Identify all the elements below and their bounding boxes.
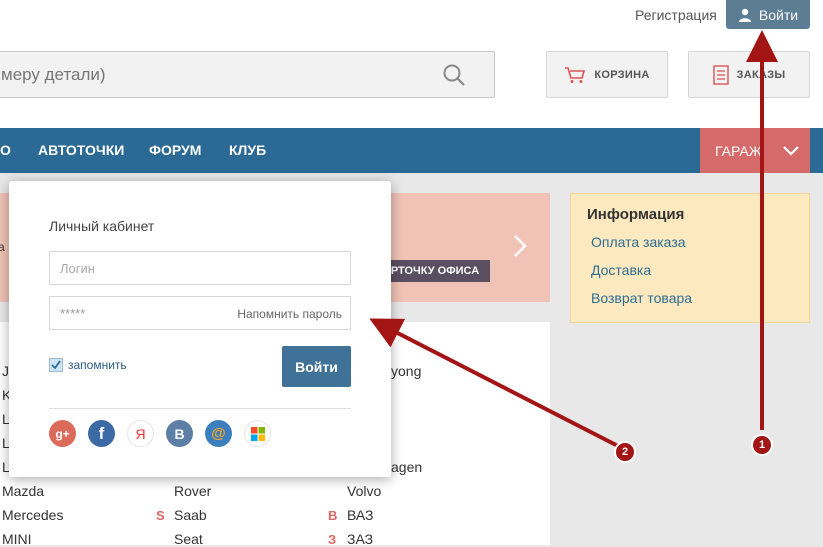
- register-link[interactable]: Регистрация: [635, 7, 717, 23]
- brand-link[interactable]: ВАЗ: [347, 507, 374, 523]
- chevron-down-icon: [783, 146, 799, 156]
- brand-letter: В: [328, 508, 338, 523]
- orders-button[interactable]: ЗАКАЗЫ: [688, 51, 810, 98]
- yandex-label: Я: [135, 425, 146, 442]
- cart-button[interactable]: КОРЗИНА: [546, 51, 668, 98]
- yandex-icon[interactable]: Я: [127, 420, 154, 447]
- windows-icon[interactable]: [244, 420, 271, 447]
- orders-label: ЗАКАЗЫ: [736, 68, 786, 81]
- nav-item-forum[interactable]: ФОРУМ: [149, 142, 201, 158]
- info-panel: Информация Оплата заказа Доставка Возвра…: [570, 193, 810, 323]
- main-nav: О АВТОТОЧКИ ФОРУМ КЛУБ ГАРАЖ: [0, 128, 823, 173]
- office-card-button[interactable]: РТОЧКУ ОФИСА: [380, 260, 490, 282]
- vk-label: В: [174, 425, 185, 442]
- info-link-payment[interactable]: Оплата заказа: [591, 234, 686, 250]
- login-dropdown: Личный кабинет Напомнить пароль запомнит…: [9, 181, 391, 477]
- check-icon: [51, 360, 61, 370]
- garage-label: ГАРАЖ: [715, 142, 762, 159]
- brand-link[interactable]: Rover: [174, 483, 211, 499]
- brand-link[interactable]: Volvo: [347, 483, 381, 499]
- user-icon: [738, 8, 751, 22]
- brand-link[interactable]: yong: [391, 363, 421, 379]
- login-field[interactable]: [49, 251, 351, 285]
- cart-label: КОРЗИНА: [594, 68, 650, 81]
- chevron-right-icon[interactable]: [512, 234, 528, 258]
- divider: [49, 408, 351, 409]
- nav-item-autopoints[interactable]: АВТОТОЧКИ: [38, 142, 124, 158]
- callout-2: 2: [614, 441, 636, 463]
- brand-link[interactable]: J: [2, 363, 9, 379]
- search-input[interactable]: [0, 52, 435, 97]
- brand-letter: S: [156, 508, 165, 523]
- google-plus-icon[interactable]: g+: [49, 420, 76, 447]
- submit-login-button[interactable]: Войти: [282, 346, 351, 387]
- info-link-delivery[interactable]: Доставка: [591, 262, 651, 278]
- google-plus-label: g+: [55, 426, 70, 441]
- brand-link[interactable]: Mercedes: [2, 507, 63, 523]
- brand-link[interactable]: agen: [391, 459, 422, 475]
- info-title: Информация: [587, 206, 685, 223]
- modal-title: Личный кабинет: [49, 218, 155, 234]
- mailru-icon[interactable]: @: [205, 420, 232, 447]
- nav-item-club[interactable]: КЛУБ: [229, 142, 266, 158]
- promo-text: а: [0, 240, 5, 254]
- windows-logo-icon: [250, 426, 265, 441]
- info-link-return[interactable]: Возврат товара: [591, 290, 692, 306]
- remind-password-link[interactable]: Напомнить пароль: [237, 307, 342, 321]
- remember-label: запомнить: [68, 358, 127, 372]
- login-button[interactable]: Войти: [726, 0, 810, 29]
- login-input[interactable]: [50, 252, 350, 284]
- remember-checkbox[interactable]: запомнить: [49, 358, 127, 372]
- facebook-icon[interactable]: f: [88, 420, 115, 447]
- callout-1: 1: [751, 434, 773, 456]
- password-field[interactable]: Напомнить пароль: [49, 296, 351, 330]
- orders-icon: [712, 64, 729, 85]
- search-field[interactable]: [0, 51, 495, 98]
- cart-icon: [565, 66, 586, 83]
- garage-button[interactable]: ГАРАЖ: [700, 128, 810, 173]
- search-icon[interactable]: [442, 63, 466, 87]
- vk-icon[interactable]: В: [166, 420, 193, 447]
- facebook-label: f: [98, 423, 105, 443]
- header: Регистрация Войти КОРЗИНА ЗАКАЗЫ: [0, 0, 823, 128]
- brand-link[interactable]: Mazda: [2, 483, 44, 499]
- login-button-label: Войти: [758, 6, 799, 23]
- mailru-label: @: [211, 425, 226, 442]
- brand-link[interactable]: Saab: [174, 507, 207, 523]
- nav-item-0[interactable]: О: [0, 142, 11, 158]
- checkbox[interactable]: [49, 358, 63, 372]
